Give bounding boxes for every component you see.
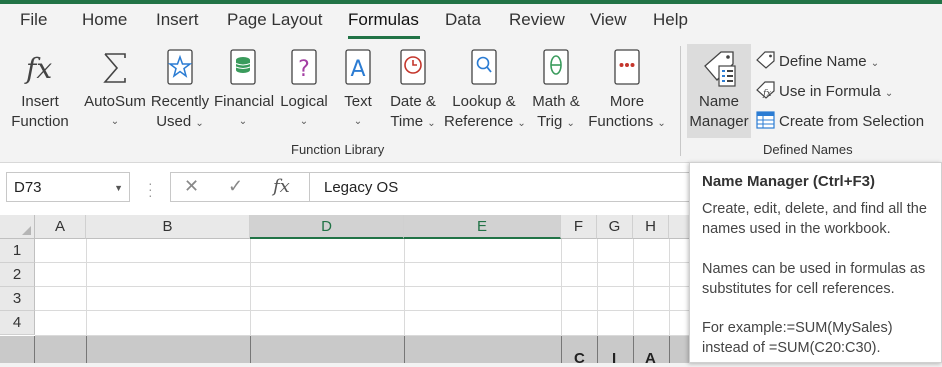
row-header-3[interactable]: 3 xyxy=(0,287,35,311)
row-header-5[interactable] xyxy=(0,336,35,363)
clock-book-icon xyxy=(386,48,440,88)
insert-function-button[interactable]: fx Insert Function xyxy=(8,48,72,132)
chevron-down-icon: ⌄ xyxy=(195,118,204,129)
tab-page-layout[interactable]: Page Layout xyxy=(227,10,322,30)
create-from-selection-button[interactable]: Create from Selection xyxy=(756,111,924,133)
column-header-b[interactable]: B xyxy=(86,215,250,239)
tooltip-description: Create, edit, delete, and find all the n… xyxy=(702,201,927,237)
cell-text-partial: I xyxy=(612,350,617,367)
svg-text:fx: fx xyxy=(24,52,52,85)
row-header-2[interactable]: 2 xyxy=(0,263,35,287)
coins-book-icon xyxy=(214,48,272,88)
insert-function-icon[interactable]: fx xyxy=(273,176,290,197)
gridline xyxy=(404,239,405,337)
column-header-d[interactable]: D xyxy=(250,215,404,239)
gridline xyxy=(633,239,634,337)
gridline xyxy=(86,239,87,337)
sigma-icon xyxy=(82,48,148,88)
chevron-down-icon: ⌄ xyxy=(517,118,526,129)
svg-text:?: ? xyxy=(298,57,310,82)
chevron-down-icon: ⌄ xyxy=(657,118,666,129)
ribbon-tabs: File Home Insert Page Layout Formulas Da… xyxy=(0,0,942,40)
function-library-group-label: Function Library xyxy=(291,142,385,157)
defined-names-group-label: Defined Names xyxy=(763,142,853,157)
column-header-e[interactable]: E xyxy=(404,215,561,239)
tab-data[interactable]: Data xyxy=(445,10,481,30)
svg-text:fx: fx xyxy=(762,89,771,99)
tab-review[interactable]: Review xyxy=(509,10,565,30)
tab-formulas[interactable]: Formulas xyxy=(348,10,419,30)
gridline xyxy=(669,239,670,337)
math-trig-button[interactable]: Math & Trig ⌄ xyxy=(528,48,584,134)
tooltip-note: Names can be used in formulas as substit… xyxy=(702,261,926,297)
more-functions-button[interactable]: More Functions ⌄ xyxy=(588,48,666,134)
chevron-down-icon: ⌄ xyxy=(427,118,436,129)
gridline xyxy=(561,239,562,337)
row-header-4[interactable]: 4 xyxy=(0,311,35,335)
chevron-down-icon: ⌄ xyxy=(566,118,575,129)
column-header-f[interactable]: F xyxy=(561,215,597,239)
name-manager-button[interactable]: Name Manager xyxy=(687,48,751,132)
active-tab-indicator xyxy=(348,36,420,39)
tab-insert[interactable]: Insert xyxy=(156,10,199,30)
tab-home[interactable]: Home xyxy=(82,10,127,30)
table-cell[interactable] xyxy=(251,336,405,363)
recently-used-button[interactable]: Recently Used ⌄ xyxy=(150,48,210,134)
logical-button[interactable]: ? Logical ⌄ xyxy=(278,48,330,132)
dots-book-icon xyxy=(588,48,666,88)
star-book-icon xyxy=(150,48,210,88)
column-header-g[interactable]: G xyxy=(597,215,633,239)
name-box[interactable]: D73 ▼ xyxy=(6,172,130,202)
magnifier-book-icon xyxy=(444,48,524,88)
define-name-button[interactable]: Define Name ⌄ xyxy=(756,51,879,73)
use-in-formula-button[interactable]: fx Use in Formula ⌄ xyxy=(756,81,893,103)
question-book-icon: ? xyxy=(278,48,330,88)
tag-fx-icon: fx xyxy=(756,81,776,103)
group-separator xyxy=(680,46,681,156)
cell-text-partial: A xyxy=(645,350,656,367)
financial-button[interactable]: Financial ⌄ xyxy=(214,48,274,132)
chevron-down-icon: ⌄ xyxy=(299,116,309,127)
autosum-button[interactable]: AutoSum ⌄ xyxy=(82,48,148,132)
table-cell[interactable] xyxy=(35,336,87,363)
tooltip-example-line2: instead of =SUM(C20:C30). xyxy=(702,340,881,356)
gridline xyxy=(597,239,598,337)
chevron-down-icon: ⌄ xyxy=(238,116,248,127)
chevron-down-icon: ⌄ xyxy=(884,87,894,99)
date-time-button[interactable]: Date & Time ⌄ xyxy=(386,48,440,134)
row-header-1[interactable]: 1 xyxy=(0,239,35,263)
tab-file[interactable]: File xyxy=(20,10,47,30)
drag-handle-icon[interactable]: · · · xyxy=(148,176,153,202)
text-button[interactable]: A Text ⌄ xyxy=(336,48,380,132)
title-accent-bar xyxy=(0,0,942,4)
name-manager-tooltip: Name Manager (Ctrl+F3) Create, edit, del… xyxy=(689,162,942,363)
column-header-a[interactable]: A xyxy=(35,215,86,239)
letter-a-book-icon: A xyxy=(336,48,380,88)
chevron-down-icon[interactable]: ▼ xyxy=(114,173,123,203)
select-all-button[interactable] xyxy=(0,215,35,239)
formula-buttons: ✕ ✓ fx xyxy=(170,172,310,202)
svg-text:A: A xyxy=(350,57,365,82)
tag-icon xyxy=(756,51,776,73)
tab-help[interactable]: Help xyxy=(653,10,688,30)
table-selection-icon xyxy=(756,111,776,133)
tooltip-title: Name Manager (Ctrl+F3) xyxy=(702,173,875,190)
ribbon: fx Insert Function AutoSum ⌄ Recently Us… xyxy=(0,40,942,163)
table-cell[interactable] xyxy=(405,336,562,363)
tab-view[interactable]: View xyxy=(590,10,627,30)
gridline xyxy=(250,239,251,337)
cell-text-partial: C xyxy=(574,350,585,367)
tooltip-example-line1: For example:=SUM(MySales) xyxy=(702,320,893,336)
cancel-icon[interactable]: ✕ xyxy=(184,176,199,197)
enter-check-icon[interactable]: ✓ xyxy=(228,176,243,197)
chevron-down-icon: ⌄ xyxy=(353,116,363,127)
column-header-h[interactable]: H xyxy=(633,215,669,239)
chevron-down-icon: ⌄ xyxy=(870,57,880,69)
fx-icon: fx xyxy=(8,48,72,88)
theta-book-icon xyxy=(528,48,584,88)
table-cell[interactable] xyxy=(87,336,251,363)
name-tag-list-icon xyxy=(687,48,751,88)
lookup-reference-button[interactable]: Lookup & Reference ⌄ xyxy=(444,48,526,134)
chevron-down-icon: ⌄ xyxy=(110,116,120,127)
